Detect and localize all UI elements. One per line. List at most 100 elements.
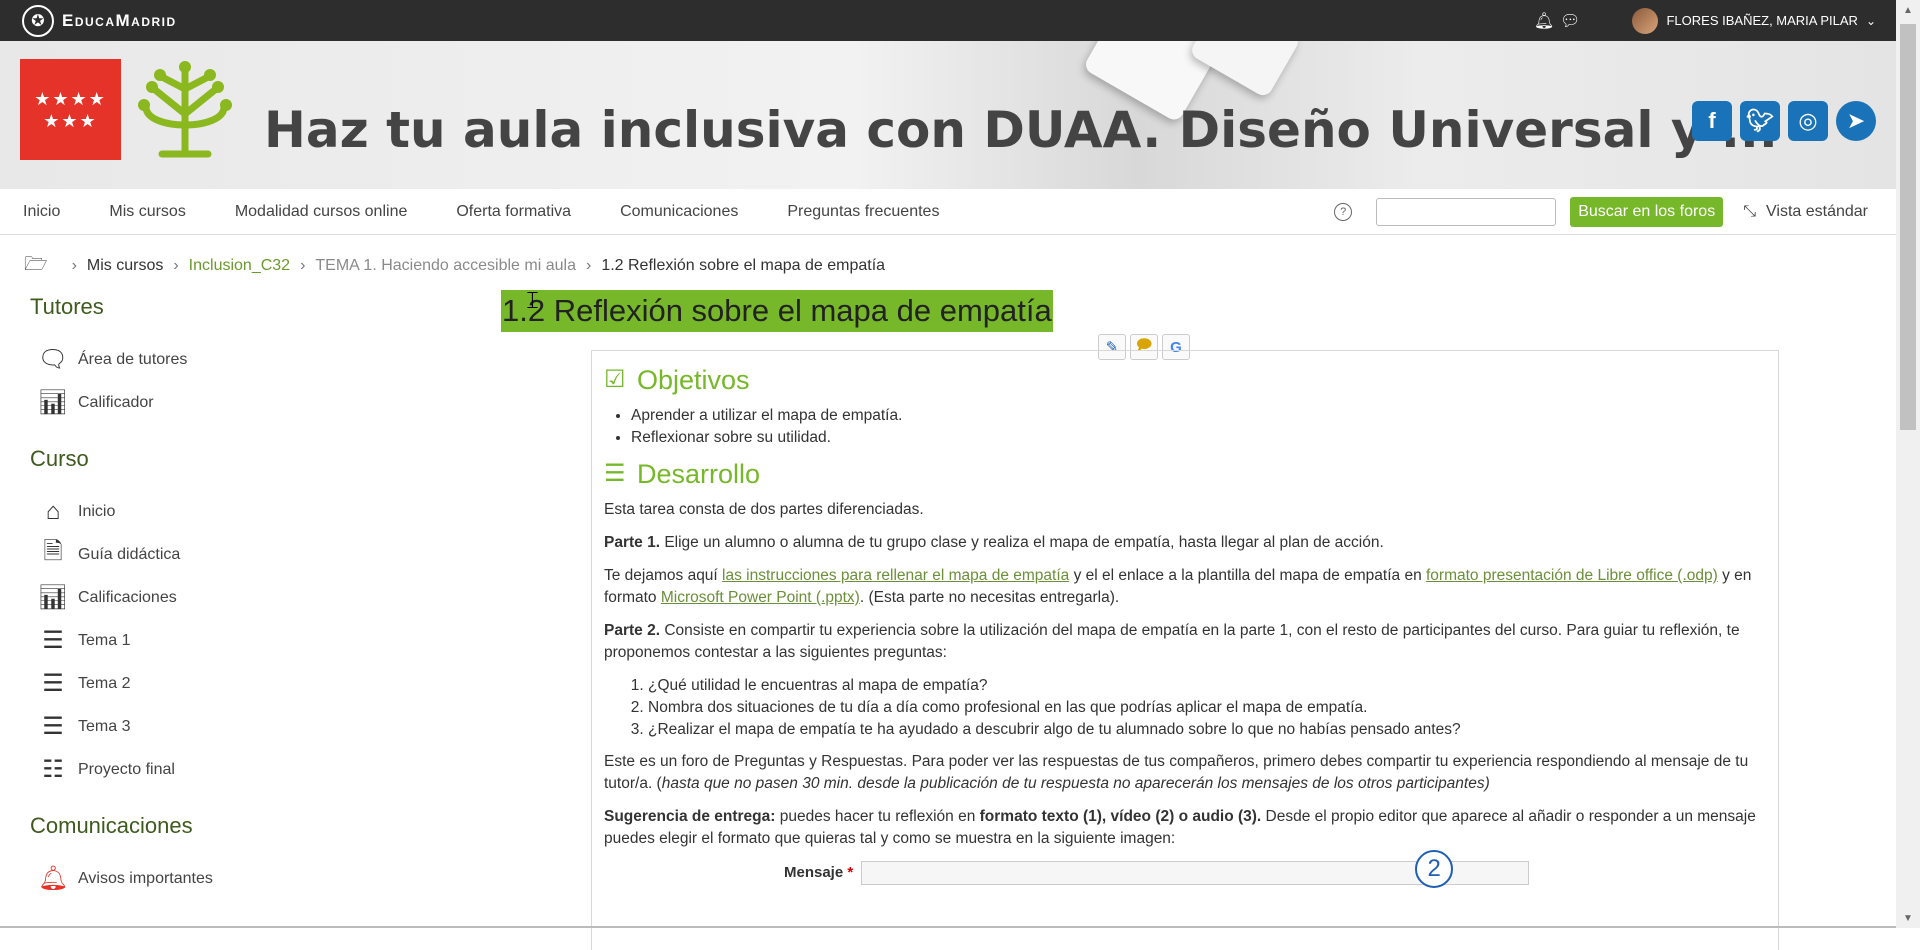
course-banner: ★★★★ ★★★ Haz tu aula inclusiva con DUAA. … [0, 41, 1896, 189]
folder-icon[interactable]: 🗁︎ [24, 250, 48, 282]
breadcrumb-separator: › [71, 257, 77, 274]
breadcrumb-mis-cursos[interactable]: Mis cursos [87, 257, 163, 275]
editor-screenshot: Mensaje * 2 [784, 850, 1766, 888]
nav-mis-cursos[interactable]: Mis cursos [109, 203, 185, 221]
instagram-icon[interactable]: ◎ [1788, 101, 1828, 141]
list-item: ¿Qué utilidad le encuentras al mapa de e… [648, 675, 1766, 697]
course-logo-icon [138, 61, 232, 158]
breadcrumb-separator: › [300, 257, 306, 274]
formats-bold: formato texto (1), vídeo (2) o audio (3)… [979, 808, 1262, 825]
suggestion-label: Sugerencia de entrega: [604, 808, 776, 825]
sidebar-item-guia[interactable]: 🗎︎ Guía didáctica [30, 533, 450, 576]
sidebar-item-label: Calificador [78, 393, 154, 411]
editor-label: Mensaje * [784, 862, 853, 884]
telegram-icon[interactable]: ➤ [1836, 101, 1876, 141]
desarrollo-heading: ☰ Desarrollo [604, 459, 1766, 489]
sidebar-item-calificaciones[interactable]: 📊︎ Calificaciones [30, 576, 450, 619]
server-icon: ☷ [42, 756, 64, 783]
messages-icon[interactable]: 💬︎ [1560, 11, 1580, 31]
sidebar-item-tema-1[interactable]: ☰ Tema 1 [30, 619, 450, 662]
annotation-badge: 2 [1415, 850, 1454, 888]
links-paragraph: Te dejamos aquí las instrucciones para r… [604, 565, 1766, 609]
objetivos-title: Objetivos [637, 365, 750, 395]
sidebar-item-label: Guía didáctica [78, 545, 181, 563]
bar-chart-icon: 📊︎ [37, 584, 69, 611]
educamadrid-logo-icon: ✪ [22, 4, 54, 37]
sidebar-item-label: Tema 1 [78, 631, 131, 649]
user-name[interactable]: FLORES IBAÑEZ, MARIA PILAR [1666, 13, 1857, 28]
sidebar-item-tema-3[interactable]: ☰ Tema 3 [30, 705, 450, 748]
parte-1-text: Elige un alumno o alumna de tu grupo cla… [660, 534, 1384, 551]
sidebar-item-area-tutores[interactable]: 🗨︎ Área de tutores [30, 338, 450, 381]
nav-comunicaciones[interactable]: Comunicaciones [620, 203, 738, 221]
help-icon[interactable]: ? [1334, 202, 1353, 221]
main-nav: Inicio Mis cursos Modalidad cursos onlin… [0, 189, 1896, 235]
sidebar-item-label: Calificaciones [78, 588, 177, 606]
breadcrumb-separator: › [585, 257, 592, 274]
breadcrumb: 🗁︎ › Mis cursos › Inclusion_C32 › TEMA 1… [24, 250, 885, 282]
pptx-template-link[interactable]: Microsoft Power Point (.pptx) [661, 589, 860, 606]
nav-preguntas[interactable]: Preguntas frecuentes [787, 203, 939, 221]
sidebar-item-inicio[interactable]: ⌂ Inicio [30, 490, 450, 533]
twitter-icon[interactable]: 🐦︎ [1740, 101, 1780, 141]
list-item: Reflexionar sobre su utilidad. [631, 427, 1766, 449]
text-cursor-icon: 𝙸 [524, 287, 541, 314]
nav-oferta[interactable]: Oferta formativa [456, 203, 571, 221]
scroll-down-icon[interactable]: ▼ [1896, 908, 1920, 928]
breadcrumb-course[interactable]: Inclusion_C32 [189, 257, 290, 275]
sidebar-item-label: Avisos importantes [78, 869, 213, 887]
editor-toolbar-image: 2 [861, 850, 1530, 888]
odp-template-link[interactable]: formato presentación de Libre office (.o… [1426, 567, 1718, 584]
sidebar-item-calificador[interactable]: 📊︎ Calificador [30, 381, 450, 424]
sidebar-item-avisos[interactable]: 🔔︎ Avisos importantes [30, 857, 450, 900]
text-span: puedes hacer tu reflexión en [775, 808, 980, 825]
text-span: y el el enlace a la plantilla del mapa d… [1069, 567, 1426, 584]
view-toggle[interactable]: Vista estándar [1766, 203, 1868, 221]
brand[interactable]: ✪ EducaMadrid [22, 4, 177, 37]
nav-modalidad[interactable]: Modalidad cursos online [235, 203, 408, 221]
home-icon: ⌂ [45, 497, 61, 525]
facebook-icon[interactable]: f [1692, 101, 1732, 141]
breadcrumb-separator: › [173, 257, 179, 274]
sidebar-item-label: Tema 2 [78, 674, 131, 692]
nav-inicio[interactable]: Inicio [23, 203, 60, 221]
chevron-down-icon[interactable]: ⌄ [1866, 14, 1876, 28]
forum-search-button[interactable]: Buscar en los foros [1570, 196, 1724, 227]
numbered-list-icon: ☰ [42, 713, 64, 740]
bar-chart-icon: 📊︎ [37, 389, 69, 416]
sidebar-heading-tutores: Tutores [30, 294, 104, 319]
sidebar-item-label: Inicio [78, 502, 116, 520]
intro-text: Esta tarea consta de dos partes diferenc… [604, 501, 924, 518]
parte-2-paragraph: Parte 2. Consiste en compartir tu experi… [604, 620, 1766, 664]
sidebar: Tutores 🗨︎ Área de tutores 📊︎ Calificado… [30, 294, 450, 922]
objetivos-list: Aprender a utilizar el mapa de empatía. … [631, 405, 1766, 449]
objetivos-heading: ☑ Objetivos [604, 365, 1766, 395]
compress-icon[interactable]: ⤡ [1743, 203, 1756, 221]
instructions-link[interactable]: las instrucciones para rellenar el mapa … [722, 567, 1069, 584]
sidebar-heading-curso: Curso [30, 446, 89, 471]
numbered-list-icon: ☰ [42, 670, 64, 697]
forum-search-input[interactable] [1376, 197, 1557, 226]
required-mark: * [847, 864, 854, 881]
breadcrumb-topic[interactable]: TEMA 1. Haciendo accesible mi aula [315, 257, 576, 275]
sidebar-item-tema-2[interactable]: ☰ Tema 2 [30, 662, 450, 705]
vertical-scrollbar[interactable]: ▲ ▼ [1896, 0, 1920, 928]
page-title: 1.2 Reflexión sobre el mapa de empatía [501, 290, 1053, 332]
course-title: Haz tu aula inclusiva con DUAA. Diseño U… [264, 101, 1778, 159]
parte-1-label: Parte 1. [604, 534, 661, 551]
comunidad-madrid-logo: ★★★★ ★★★ [20, 59, 121, 160]
sidebar-item-proyecto-final[interactable]: ☷ Proyecto final [30, 748, 450, 791]
scroll-up-icon[interactable]: ▲ [1896, 0, 1920, 20]
check-square-icon: ☑ [604, 366, 626, 393]
scrollbar-thumb[interactable] [1900, 24, 1916, 430]
desarrollo-title: Desarrollo [637, 459, 761, 489]
bell-icon[interactable]: 🔔︎ [1534, 11, 1554, 31]
suggestion-paragraph: Sugerencia de entrega: puedes hacer tu r… [604, 806, 1766, 850]
text-span: . (Esta parte no necesitas entregarla). [859, 589, 1120, 606]
parte-2-text: Consiste en compartir tu experiencia sob… [604, 622, 1740, 661]
avatar[interactable] [1632, 7, 1659, 34]
list-item: Nombra dos situaciones de tu día a día c… [648, 697, 1766, 719]
comments-icon: 🗨︎ [37, 346, 69, 373]
sidebar-item-label: Proyecto final [78, 760, 175, 778]
sidebar-heading-comunicaciones: Comunicaciones [30, 813, 193, 838]
